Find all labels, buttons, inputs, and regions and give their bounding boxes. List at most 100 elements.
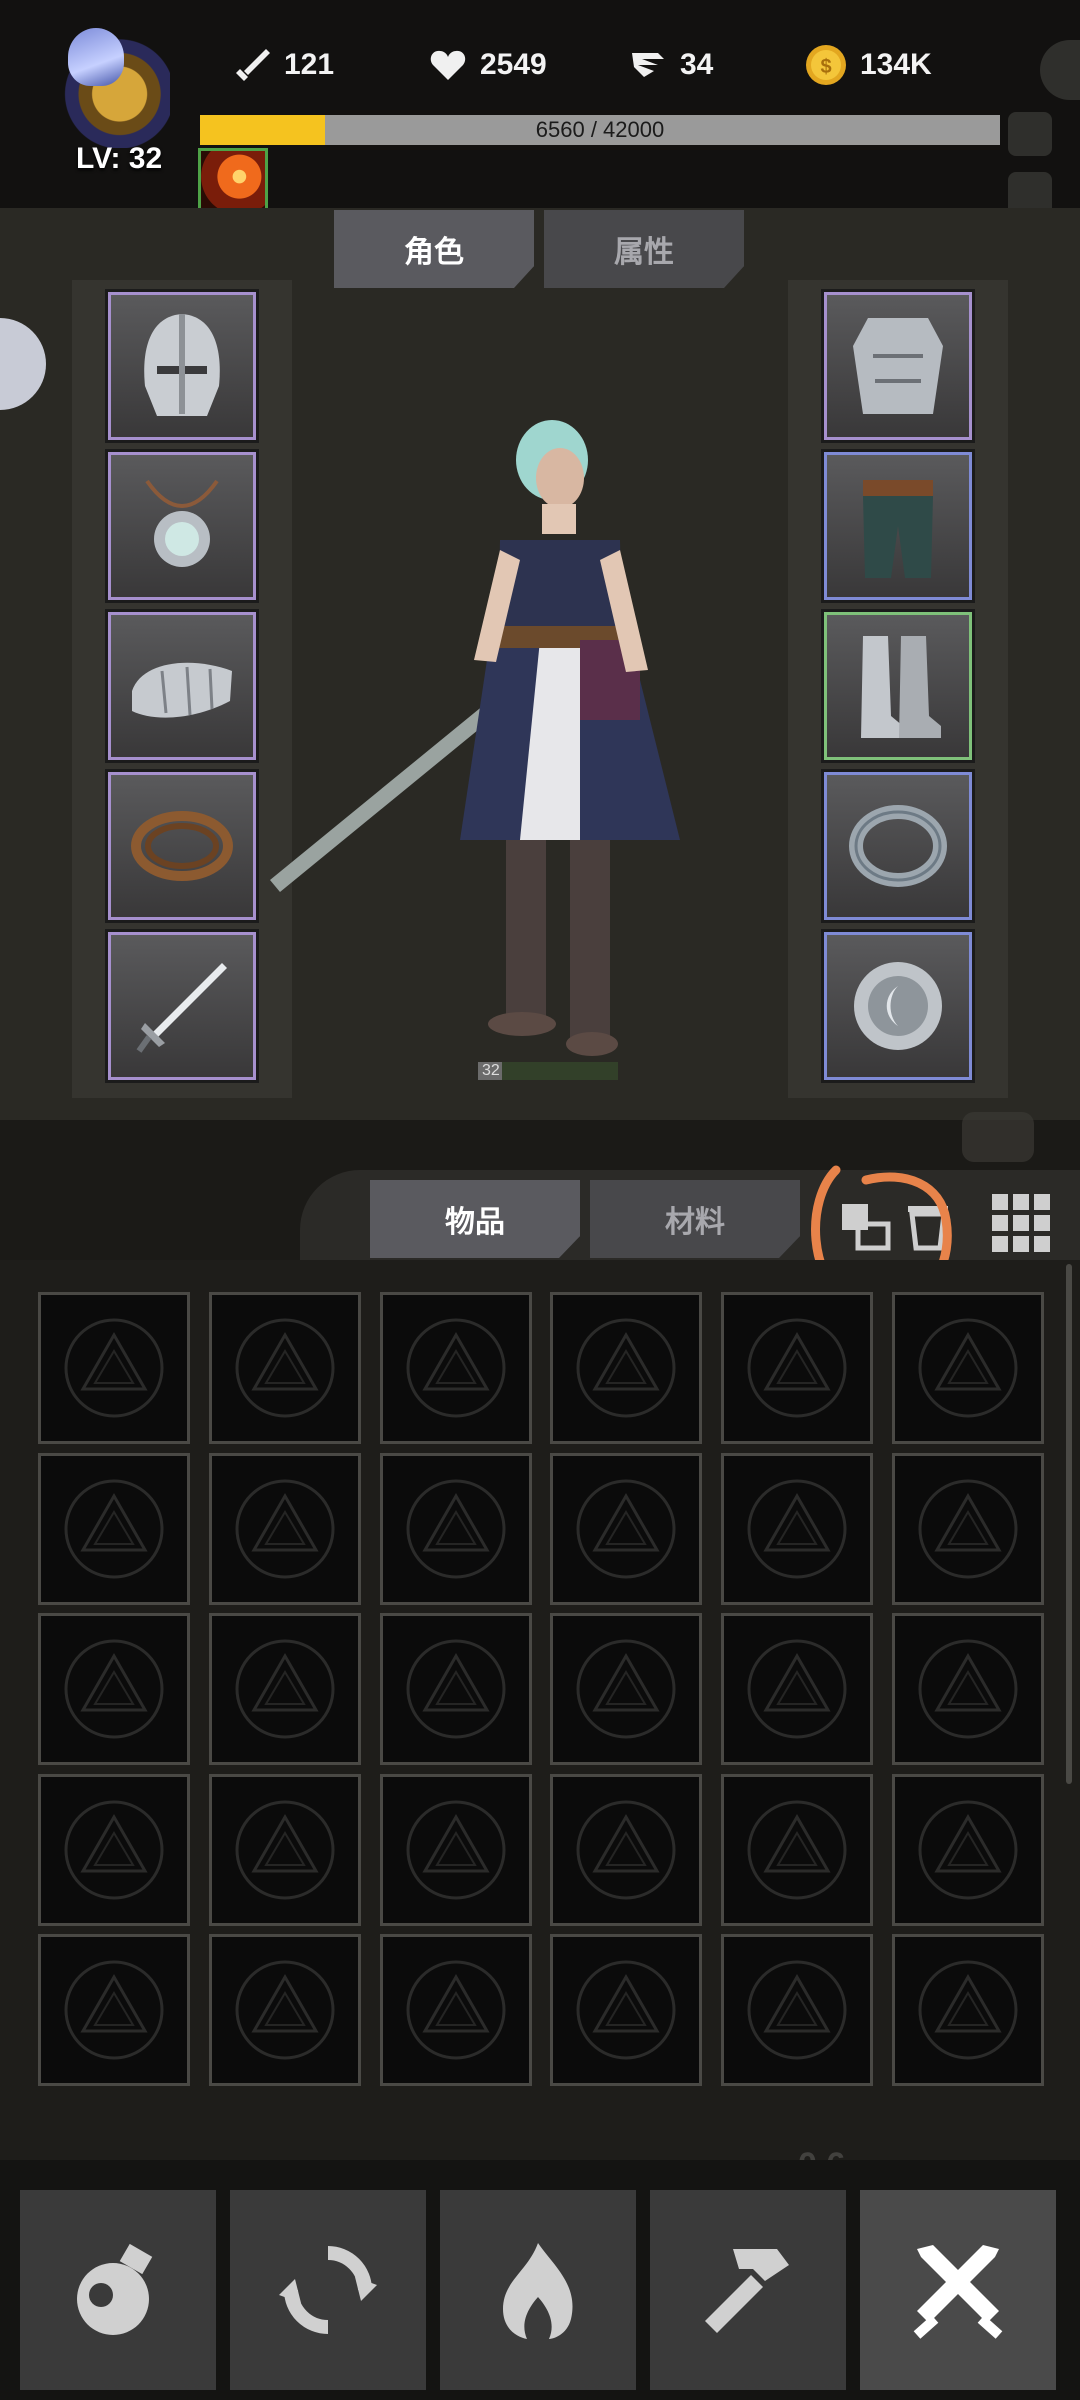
empty-slot-icon <box>747 1960 847 2060</box>
character-level-text: 32 <box>482 1062 500 1079</box>
equip-slot-coil[interactable] <box>105 769 259 923</box>
inventory-slot[interactable] <box>721 1292 874 1444</box>
inventory-slot[interactable] <box>379 1773 532 1926</box>
empty-slot-icon <box>64 1479 164 1578</box>
inventory-slot[interactable] <box>38 1613 190 1765</box>
equip-slot-boots[interactable] <box>821 609 975 763</box>
inventory-slot[interactable] <box>550 1613 703 1765</box>
empty-slot-icon <box>747 1318 847 1418</box>
inventory-slot[interactable] <box>721 1773 874 1926</box>
chevron-up-icon[interactable] <box>1008 112 1052 156</box>
gamepad-icon[interactable] <box>962 1112 1034 1162</box>
flame-icon <box>503 2243 573 2339</box>
empty-slot-icon <box>64 1800 164 1899</box>
empty-slot-icon <box>235 1800 335 1899</box>
inventory-slot[interactable] <box>208 1292 361 1444</box>
inventory-slot[interactable] <box>379 1452 532 1605</box>
empty-slot-icon <box>406 1479 506 1578</box>
potion-icon <box>77 2243 153 2335</box>
inventory-slot[interactable] <box>892 1452 1044 1605</box>
empty-slot-icon <box>918 1960 1018 2060</box>
inventory-slot[interactable] <box>721 1613 874 1765</box>
empty-slot-icon <box>235 1318 335 1418</box>
grid-view-icon[interactable] <box>990 1192 1052 1254</box>
empty-slot-icon <box>64 1960 164 2060</box>
inventory-slot[interactable] <box>721 1934 874 2086</box>
empty-slot-icon <box>576 1479 676 1578</box>
empty-slot-icon <box>918 1479 1018 1578</box>
chest-armor-icon <box>853 318 943 414</box>
inventory-slot[interactable] <box>892 1773 1044 1926</box>
equip-slot-sword[interactable] <box>105 929 259 1083</box>
empty-slot-icon <box>747 1639 847 1739</box>
inventory-slot[interactable] <box>38 1452 190 1605</box>
character-level-tag: 32 <box>478 1062 618 1080</box>
empty-slot-icon <box>406 1318 506 1418</box>
gauntlet-icon <box>132 662 232 718</box>
empty-slot-icon <box>235 1960 335 2060</box>
pants-icon <box>863 480 933 578</box>
tab-materials[interactable]: 材料 <box>590 1180 800 1258</box>
sword-item-icon <box>136 963 227 1053</box>
nav-forge-button[interactable] <box>650 2190 846 2390</box>
inventory-slot[interactable] <box>379 1613 532 1765</box>
equip-slot-amulet[interactable] <box>105 449 259 603</box>
inventory-slot[interactable] <box>721 1452 874 1605</box>
speed-value: 34 <box>680 48 714 81</box>
inventory-slot[interactable] <box>550 1292 703 1444</box>
equip-slot-ring[interactable] <box>821 769 975 923</box>
empty-slot-icon <box>576 1639 676 1739</box>
inventory-slot[interactable] <box>550 1934 703 2086</box>
tab-character[interactable]: 角色 <box>334 210 534 288</box>
equip-slot-helmet[interactable] <box>105 289 259 443</box>
empty-slot-icon <box>576 1800 676 1899</box>
nav-battle-button[interactable] <box>860 2190 1056 2390</box>
crossed-swords-icon <box>913 2245 1003 2339</box>
shield-icon <box>854 962 942 1050</box>
equip-slot-chest[interactable] <box>821 289 975 443</box>
inventory-slot[interactable] <box>208 1934 361 2086</box>
amulet-icon <box>145 479 219 567</box>
inventory-slot[interactable] <box>208 1452 361 1605</box>
equip-slot-pants[interactable] <box>821 449 975 603</box>
empty-slot-icon <box>747 1479 847 1578</box>
inventory-slot[interactable] <box>38 1773 190 1926</box>
inventory-slot[interactable] <box>38 1292 190 1444</box>
gold-value: 134K <box>860 48 932 81</box>
nav-refresh-button[interactable] <box>230 2190 426 2390</box>
nav-flame-button[interactable] <box>440 2190 636 2390</box>
empty-slot-icon <box>235 1479 335 1578</box>
empty-slot-icon <box>918 1639 1018 1739</box>
coil-icon <box>131 811 233 881</box>
empty-slot-icon <box>64 1639 164 1739</box>
inventory-slot[interactable] <box>892 1613 1044 1765</box>
equip-slot-shield[interactable] <box>821 929 975 1083</box>
empty-slot-icon <box>235 1639 335 1739</box>
character-model <box>270 420 680 1056</box>
inventory-scrollbar[interactable] <box>1066 1264 1072 1784</box>
inventory-slot[interactable] <box>550 1773 703 1926</box>
inventory-slot[interactable] <box>892 1934 1044 2086</box>
empty-slot-icon <box>406 1800 506 1899</box>
inventory-slot[interactable] <box>892 1292 1044 1444</box>
empty-slot-icon <box>918 1318 1018 1418</box>
empty-slot-icon <box>406 1960 506 2060</box>
attack-stat: 121 <box>232 40 334 90</box>
inventory-slot[interactable] <box>208 1773 361 1926</box>
attack-value: 121 <box>284 48 335 81</box>
gold-stat: $ 134K <box>804 40 932 90</box>
equip-slot-gauntlet[interactable] <box>105 609 259 763</box>
inventory-slot[interactable] <box>550 1452 703 1605</box>
inventory-slot[interactable] <box>208 1613 361 1765</box>
tab-attributes[interactable]: 属性 <box>544 210 744 288</box>
tab-items[interactable]: 物品 <box>370 1180 580 1258</box>
inventory-slot[interactable] <box>379 1934 532 2086</box>
player-level: LV: 32 <box>76 142 163 175</box>
nav-potion-button[interactable] <box>20 2190 216 2390</box>
inventory-slot[interactable] <box>379 1292 532 1444</box>
hammer-icon <box>705 2249 789 2333</box>
speed-stat: 34 <box>628 40 713 90</box>
avatar-helmet-plume <box>68 28 124 86</box>
inventory-slot[interactable] <box>38 1934 190 2086</box>
boots-icon <box>861 636 941 738</box>
